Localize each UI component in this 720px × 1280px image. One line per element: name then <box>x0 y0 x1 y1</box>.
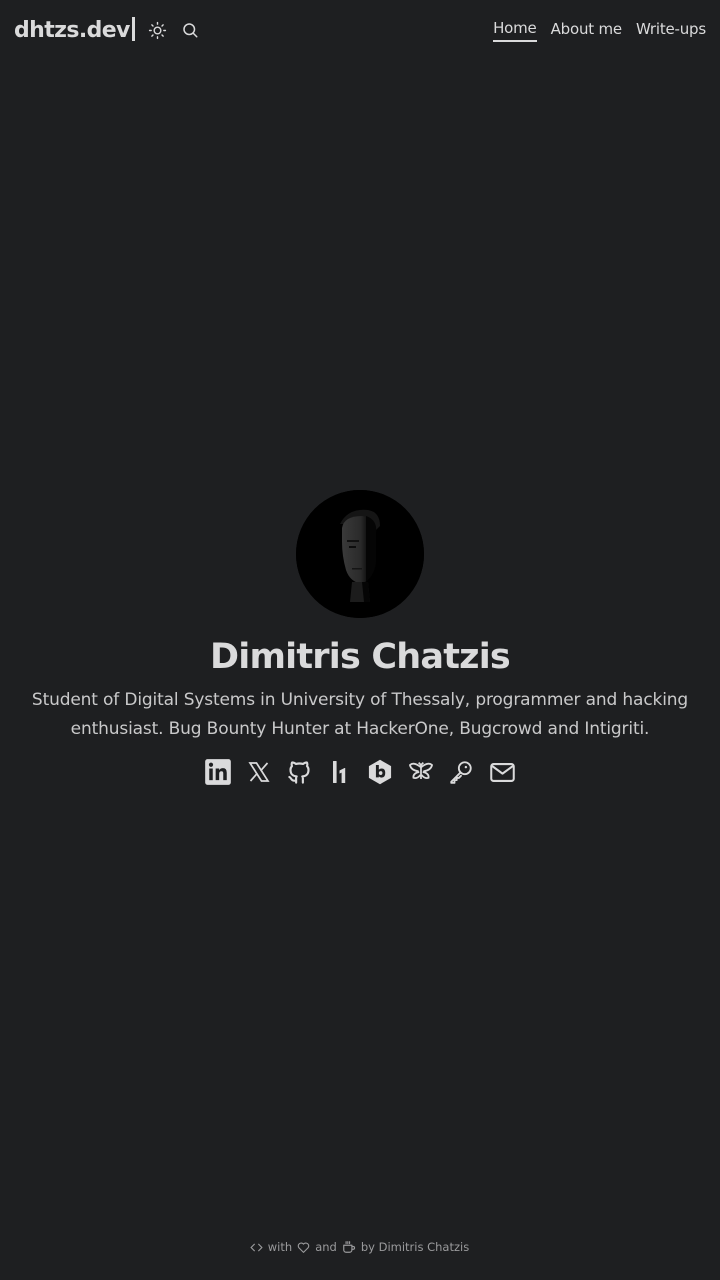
search-icon[interactable] <box>177 17 203 43</box>
nav-write-ups[interactable]: Write-ups <box>636 20 706 41</box>
footer-and: and <box>315 1240 337 1254</box>
profile-section: Dimitris Chatzis Student of Digital Syst… <box>0 490 720 787</box>
logo-cursor-bar <box>131 17 135 41</box>
social-links <box>198 757 523 787</box>
heart-icon <box>297 1241 310 1254</box>
code-icon <box>250 1241 263 1254</box>
site-logo[interactable]: dhtzs.dev <box>14 18 130 43</box>
linkedin-icon[interactable] <box>203 757 233 787</box>
intigriti-icon[interactable] <box>406 757 436 787</box>
site-header: dhtzs.dev Home About me Write-ups <box>0 0 720 60</box>
site-footer: with and by Dimitris Chatzis <box>0 1240 720 1254</box>
nav-about-me[interactable]: About me <box>551 20 623 41</box>
bugcrowd-icon[interactable] <box>365 757 395 787</box>
hackerone-icon[interactable] <box>325 757 355 787</box>
footer-by: by Dimitris Chatzis <box>360 1240 470 1254</box>
email-icon[interactable] <box>487 757 517 787</box>
github-icon[interactable] <box>284 757 314 787</box>
main-nav: Home About me Write-ups <box>479 19 706 42</box>
profile-name: Dimitris Chatzis <box>210 637 511 677</box>
x-icon[interactable] <box>244 757 274 787</box>
footer-with: with <box>267 1240 293 1254</box>
profile-bio: Student of Digital Systems in University… <box>31 690 689 739</box>
nav-home[interactable]: Home <box>493 19 537 42</box>
header-left: dhtzs.dev <box>14 17 209 43</box>
key-icon[interactable] <box>446 757 476 787</box>
coffee-icon <box>342 1240 356 1254</box>
sun-icon[interactable] <box>145 17 171 43</box>
avatar <box>296 490 424 618</box>
